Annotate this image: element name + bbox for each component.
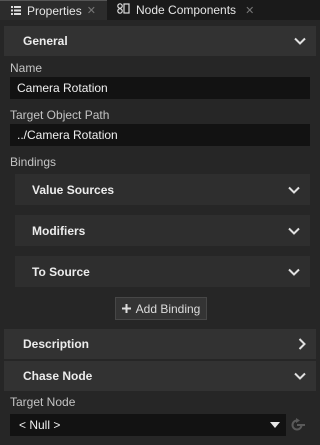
target-node-label: Target Node: [10, 395, 76, 409]
section-description[interactable]: Description: [4, 329, 316, 359]
chevron-down-icon: [294, 37, 306, 45]
name-label: Name: [10, 61, 43, 75]
name-field[interactable]: Camera Rotation: [10, 77, 310, 99]
list-icon: [11, 4, 21, 18]
close-icon[interactable]: ✕: [87, 4, 96, 17]
target-object-path-label: Target Object Path: [10, 108, 110, 122]
target-object-path-value: ../Camera Rotation: [17, 128, 118, 142]
subsection-title: Value Sources: [32, 182, 115, 197]
section-title: Description: [23, 337, 90, 351]
chevron-right-icon: [298, 338, 306, 350]
close-icon[interactable]: ✕: [245, 4, 254, 17]
plus-icon: [121, 304, 131, 313]
subsection-modifiers[interactable]: Modifiers: [15, 215, 310, 246]
reset-icon[interactable]: [290, 418, 305, 432]
tab-node-components[interactable]: Node Components ✕: [117, 0, 287, 20]
target-node-value: < Null >: [19, 418, 61, 432]
section-chase-node[interactable]: Chase Node: [4, 361, 316, 391]
chevron-down-icon: [294, 372, 306, 380]
chevron-down-icon: [288, 227, 300, 235]
section-title: Chase Node: [23, 369, 93, 383]
bindings-label: Bindings: [10, 155, 57, 169]
section-general[interactable]: General: [4, 26, 316, 56]
chevron-down-icon: [288, 186, 300, 194]
add-binding-button[interactable]: Add Binding: [115, 297, 207, 320]
subsection-title: To Source: [32, 264, 90, 279]
subsection-value-sources[interactable]: Value Sources: [15, 174, 310, 205]
tab-properties[interactable]: Properties ✕: [0, 0, 107, 20]
target-node-dropdown[interactable]: < Null >: [10, 414, 286, 436]
subsection-title: Modifiers: [32, 223, 86, 238]
tab-label: Properties: [27, 3, 82, 18]
chevron-down-icon: [288, 268, 300, 276]
tab-bar: Properties ✕ Node Components ✕: [0, 0, 320, 20]
target-object-path-field[interactable]: ../Camera Rotation: [10, 124, 310, 146]
name-value: Camera Rotation: [17, 81, 108, 95]
caret-down-icon: [270, 422, 280, 428]
components-icon: [117, 3, 130, 17]
add-binding-label: Add Binding: [135, 301, 201, 316]
tab-label: Node Components: [136, 3, 237, 17]
subsection-to-source[interactable]: To Source: [15, 256, 310, 287]
section-title: General: [23, 34, 68, 48]
